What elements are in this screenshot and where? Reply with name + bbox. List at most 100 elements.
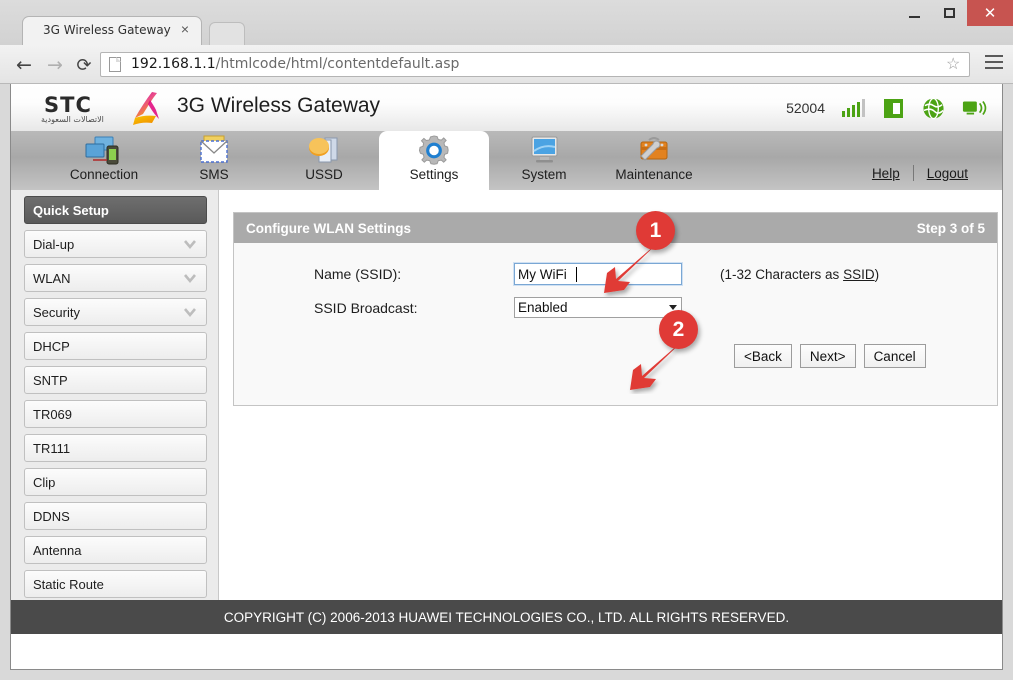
- nav-link-divider: [912, 165, 914, 181]
- url-input[interactable]: 192.168.1.1/htmlcode/html/contentdefault…: [100, 52, 970, 77]
- tab-ussd[interactable]: USSD: [269, 131, 379, 190]
- ssid-hint-prefix: (1-32 Characters as: [720, 266, 844, 282]
- tab-settings[interactable]: Settings: [379, 131, 489, 190]
- stc-logo-text: STC: [44, 93, 92, 117]
- url-text: 192.168.1.1/htmlcode/html/contentdefault…: [131, 56, 459, 72]
- hamburger-menu-icon[interactable]: [985, 55, 1003, 73]
- forward-icon[interactable]: →: [43, 53, 67, 77]
- sidebar-item-label: Antenna: [33, 542, 82, 558]
- globe-icon: [923, 97, 944, 119]
- tab-sms-label: SMS: [199, 167, 229, 182]
- sidebar-item-label: Clip: [33, 474, 56, 490]
- sidebar-item-security[interactable]: Security: [24, 298, 207, 326]
- minimize-button[interactable]: [897, 0, 932, 26]
- tab-ussd-label: USSD: [305, 167, 343, 182]
- ssid-broadcast-select[interactable]: Enabled: [514, 297, 682, 318]
- tab-maintenance-label: Maintenance: [615, 167, 693, 182]
- chevron-down-icon: [184, 308, 196, 318]
- toolbox-icon: [599, 134, 709, 167]
- next-button[interactable]: Next>: [799, 344, 856, 368]
- monitor-icon: [489, 134, 599, 167]
- url-path: /htmlcode/html/contentdefault.asp: [215, 56, 460, 72]
- device-id: 52004: [786, 100, 825, 116]
- sidebar-item-label: DDNS: [33, 508, 70, 524]
- router-status-bar: 52004: [786, 95, 988, 121]
- annotation-badge-1: 1: [636, 211, 675, 250]
- cancel-button[interactable]: Cancel: [863, 344, 926, 368]
- copyright-footer: COPYRIGHT (C) 2006-2013 HUAWEI TECHNOLOG…: [11, 600, 1002, 634]
- sidebar-item-wlan[interactable]: WLAN: [24, 264, 207, 292]
- tab-system-label: System: [521, 167, 567, 182]
- window-controls: ✕: [897, 0, 1013, 26]
- browser-tab-strip: 3G Wireless Gateway × ✕: [0, 0, 1013, 45]
- bookmark-star-icon[interactable]: ☆: [946, 57, 962, 73]
- annotation-badge-2: 2: [659, 310, 698, 349]
- sms-envelope-icon: [159, 134, 269, 167]
- stc-logo: STC الاتصالات السعودية: [38, 90, 168, 128]
- sidebar-item-quick-setup[interactable]: Quick Setup: [24, 196, 207, 224]
- browser-address-bar: ← → ⟳ 192.168.1.1/htmlcode/html/contentd…: [0, 45, 1013, 84]
- sim-card-icon: [884, 98, 903, 118]
- maximize-button[interactable]: [932, 0, 967, 26]
- ssid-broadcast-label: SSID Broadcast:: [314, 299, 418, 316]
- logout-link[interactable]: Logout: [927, 166, 968, 181]
- chevron-down-icon: [184, 274, 196, 284]
- sidebar-item-tr069[interactable]: TR069: [24, 400, 207, 428]
- sidebar-item-label: TR069: [33, 406, 73, 422]
- router-title: 3G Wireless Gateway: [177, 94, 381, 117]
- sidebar-item-ddns[interactable]: DDNS: [24, 502, 207, 530]
- ssid-hint-suffix: ): [874, 266, 880, 282]
- stc-swoosh-icon: [133, 92, 159, 125]
- back-icon[interactable]: ←: [12, 53, 36, 77]
- router-nav-bar: Connection SMS USSD Settings System Main…: [11, 131, 1002, 190]
- tab-sms[interactable]: SMS: [159, 131, 269, 190]
- nav-utility-links: Help Logout: [872, 165, 968, 181]
- reload-icon[interactable]: ⟳: [72, 53, 96, 77]
- sidebar-item-label: Security: [33, 304, 80, 320]
- gear-icon: [379, 134, 489, 167]
- back-button[interactable]: <Back: [734, 344, 792, 368]
- panel-title: Configure WLAN Settings: [246, 220, 411, 236]
- tab-system[interactable]: System: [489, 131, 599, 190]
- tab-connection[interactable]: Connection: [49, 131, 159, 190]
- sidebar-item-label: DHCP: [33, 338, 70, 354]
- ssid-broadcast-value: Enabled: [518, 300, 568, 315]
- help-link[interactable]: Help: [872, 166, 900, 181]
- sidebar-item-antenna[interactable]: Antenna: [24, 536, 207, 564]
- sidebar-item-tr111[interactable]: TR111: [24, 434, 207, 462]
- stc-logo-arabic: الاتصالات السعودية: [41, 115, 104, 124]
- tab-connection-label: Connection: [69, 167, 139, 182]
- signal-bars-icon: [842, 99, 865, 117]
- nav-tabs: Connection SMS USSD Settings System Main…: [49, 131, 709, 190]
- sidebar-item-static-route[interactable]: Static Route: [24, 570, 207, 598]
- page-viewport: STC الاتصالات السعودية 3G Wireless Gatew…: [10, 84, 1003, 670]
- browser-window: 3G Wireless Gateway × ✕ ← → ⟳ 192.168.1.…: [0, 0, 1013, 680]
- ssid-hint-link[interactable]: SSID: [843, 267, 875, 282]
- ssid-hint: (1-32 Characters as SSID): [720, 267, 879, 282]
- browser-tab[interactable]: 3G Wireless Gateway ×: [22, 16, 202, 45]
- close-window-button[interactable]: ✕: [967, 0, 1013, 26]
- chevron-down-icon: [184, 240, 196, 250]
- connection-icon: [49, 134, 159, 167]
- sidebar-item-label: TR111: [33, 440, 71, 456]
- sidebar-item-clip[interactable]: Clip: [24, 468, 207, 496]
- close-tab-icon[interactable]: ×: [178, 22, 192, 36]
- sidebar-item-sntp[interactable]: SNTP: [24, 366, 207, 394]
- ssid-label: Name (SSID):: [314, 266, 402, 282]
- url-host: 192.168.1.1: [131, 56, 216, 72]
- ssid-broadcast-row: SSID Broadcast: Enabled: [234, 297, 997, 318]
- sidebar-item-label: Quick Setup: [33, 202, 109, 218]
- sidebar-item-dhcp[interactable]: DHCP: [24, 332, 207, 360]
- sidebar-item-label: Dial-up: [33, 236, 75, 252]
- wifi-broadcast-icon: [962, 100, 987, 116]
- page-document-icon: [109, 57, 121, 72]
- browser-tab-title: 3G Wireless Gateway: [43, 23, 171, 37]
- tab-maintenance[interactable]: Maintenance: [599, 131, 709, 190]
- router-header: STC الاتصالات السعودية 3G Wireless Gatew…: [11, 84, 1002, 131]
- sidebar-item-dial-up[interactable]: Dial-up: [24, 230, 207, 258]
- tab-settings-label: Settings: [409, 167, 459, 182]
- router-body: Quick Setup Dial-up WLAN Security DHCP S…: [11, 190, 1002, 634]
- sidebar: Quick Setup Dial-up WLAN Security DHCP S…: [11, 190, 219, 634]
- new-tab-button[interactable]: [209, 22, 245, 45]
- sidebar-item-label: SNTP: [33, 372, 68, 388]
